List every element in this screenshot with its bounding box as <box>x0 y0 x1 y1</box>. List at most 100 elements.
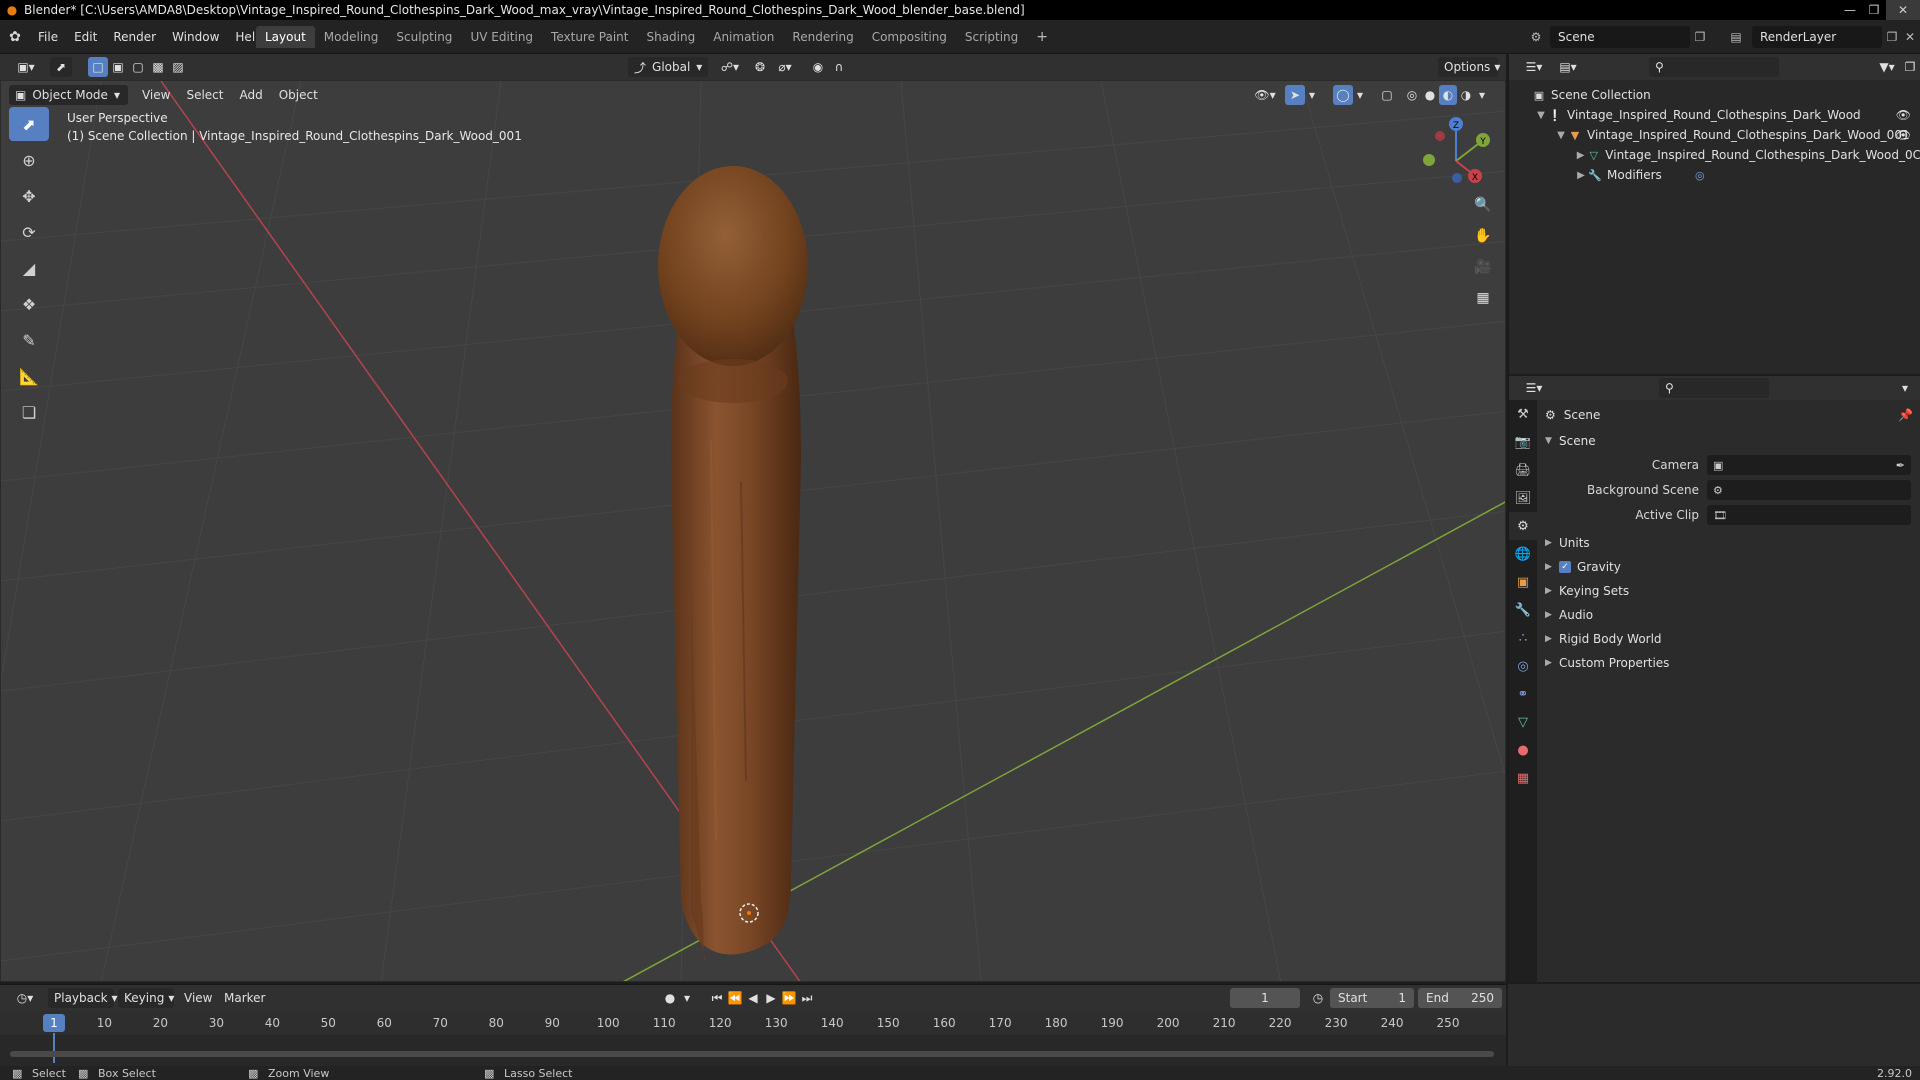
prev-keyframe-icon[interactable]: ⏪ <box>726 988 744 1008</box>
rotate-tool-icon[interactable]: ⟳ <box>9 215 49 249</box>
mode-dropdown[interactable]: ▣ Object Mode ▾ <box>9 85 128 105</box>
properties-editor-type-icon[interactable]: ☰▾ <box>1519 378 1549 398</box>
solid-shading-icon[interactable]: ● <box>1421 85 1439 105</box>
wireframe-shading-icon[interactable]: ◎ <box>1403 85 1421 105</box>
visibility-icon[interactable]: 👁▾ <box>1251 85 1279 105</box>
view-layer-tab-icon[interactable]: 🖼 <box>1509 484 1537 512</box>
gravity-panel-header[interactable]: ▶ ✓ Gravity <box>1545 556 1621 578</box>
chevron-down-icon[interactable]: ▾ <box>1353 85 1367 105</box>
scene-selector[interactable]: Scene <box>1550 26 1690 48</box>
select-mode-intersect-icon[interactable]: ▨ <box>168 57 188 77</box>
record-icon[interactable]: ● <box>660 988 680 1008</box>
end-frame-field[interactable]: End 250 <box>1418 988 1502 1008</box>
menu-file[interactable]: File <box>30 26 66 48</box>
falloff-icon[interactable]: ∩ <box>828 57 850 77</box>
keying-sets-panel-header[interactable]: ▶ Keying Sets <box>1545 580 1629 602</box>
new-scene-icon[interactable]: ❐ <box>1690 27 1710 47</box>
new-layer-icon[interactable]: ❐ <box>1882 27 1902 47</box>
select-mode-invert-icon[interactable]: ▩ <box>148 57 168 77</box>
select-box-tool-icon[interactable]: ⬈ <box>9 107 49 141</box>
add-cube-tool-icon[interactable]: ❏ <box>9 395 49 429</box>
current-frame-field[interactable]: 1 <box>1230 988 1300 1008</box>
blender-menu-icon[interactable]: ✿ <box>0 20 30 54</box>
tab-shading[interactable]: Shading <box>637 26 704 48</box>
custom-properties-panel-header[interactable]: ▶ Custom Properties <box>1545 652 1669 674</box>
pivot-point-icon[interactable]: ☍▾ <box>716 57 744 77</box>
outliner-editor-type-icon[interactable]: ☰▾ <box>1519 57 1549 77</box>
timeline-ruler[interactable]: 1 10 20 30 40 50 60 70 80 90 100 110 120 130 140 150 16… <box>0 1011 1506 1035</box>
outliner-row-scene-collection[interactable]: ▣ Scene Collection <box>1509 85 1920 105</box>
options-dropdown[interactable]: Options ▾ <box>1438 57 1500 77</box>
annotate-tool-icon[interactable]: ✎ <box>9 323 49 357</box>
material-tab-icon[interactable]: ● <box>1509 736 1537 764</box>
editor-type-icon[interactable]: ▣▾ <box>10 57 42 77</box>
eyedropper-icon[interactable]: ✒ <box>1896 459 1905 472</box>
tab-rendering[interactable]: Rendering <box>783 26 862 48</box>
scale-tool-icon[interactable]: ◢ <box>9 251 49 285</box>
constraints-tab-icon[interactable]: ⚭ <box>1509 680 1537 708</box>
timeline-menu-marker[interactable]: Marker <box>222 988 267 1008</box>
jump-start-icon[interactable]: ⏮ <box>708 988 726 1008</box>
jump-end-icon[interactable]: ⏭ <box>798 988 816 1008</box>
material-shading-icon[interactable]: ◐ <box>1439 85 1457 105</box>
camera-view-icon[interactable]: 🎥 <box>1469 253 1497 281</box>
render-layer-icon[interactable]: ▤ <box>1726 27 1746 47</box>
move-tool-icon[interactable]: ✥ <box>9 179 49 213</box>
data-tab-icon[interactable]: ▽ <box>1509 708 1537 736</box>
next-keyframe-icon[interactable]: ⏩ <box>780 988 798 1008</box>
rigid-body-world-panel-header[interactable]: ▶ Rigid Body World <box>1545 628 1662 650</box>
transform-orientation-dropdown[interactable]: ⤴ Global ▾ <box>628 57 708 77</box>
modifier-tab-icon[interactable]: 🔧 <box>1509 596 1537 624</box>
3d-viewport[interactable]: Z Y X ▣ Object Mode ▾ View Select Add Ob… <box>0 80 1506 982</box>
chevron-down-icon[interactable]: ▾ <box>1475 85 1489 105</box>
keying-dropdown[interactable]: Keying ▾ <box>118 988 174 1008</box>
remove-layer-icon[interactable]: ✕ <box>1900 27 1920 47</box>
viewport-menu-object[interactable]: Object <box>271 88 326 102</box>
menu-window[interactable]: Window <box>164 26 227 48</box>
gravity-checkbox[interactable]: ✓ <box>1559 561 1571 573</box>
display-mode-icon[interactable]: ▤▾ <box>1553 57 1583 77</box>
maximize-icon[interactable]: ❐ <box>1862 0 1886 20</box>
texture-tab-icon[interactable]: ▦ <box>1509 764 1537 792</box>
tab-modeling[interactable]: Modeling <box>315 26 388 48</box>
filter-icon[interactable]: ▼▾ <box>1873 57 1901 77</box>
chevron-down-icon[interactable]: ▾ <box>1897 378 1913 398</box>
chevron-down-icon[interactable]: ▼ <box>1555 130 1567 141</box>
render-tab-icon[interactable]: 📷 <box>1509 428 1537 456</box>
play-reverse-icon[interactable]: ◀ <box>744 988 762 1008</box>
render-layer-selector[interactable]: RenderLayer <box>1752 26 1882 48</box>
camera-field[interactable]: ▣ ✒ <box>1707 455 1911 475</box>
select-tool-icon[interactable]: ⬈ <box>50 57 72 77</box>
world-tab-icon[interactable]: 🌐 <box>1509 540 1537 568</box>
close-icon[interactable]: ✕ <box>1886 0 1920 20</box>
chevron-down-icon[interactable]: ▾ <box>1305 85 1319 105</box>
start-frame-field[interactable]: Start 1 <box>1330 988 1414 1008</box>
chevron-right-icon[interactable]: ▶ <box>1575 150 1586 161</box>
units-panel-header[interactable]: ▶ Units <box>1545 532 1590 554</box>
scene-panel-header[interactable]: ▼ Scene <box>1545 430 1596 452</box>
clothespin-object[interactable] <box>658 166 808 961</box>
viewport-menu-select[interactable]: Select <box>178 88 231 102</box>
snap-icon[interactable]: ❂ <box>750 57 770 77</box>
physics-tab-icon[interactable]: ◎ <box>1509 652 1537 680</box>
output-tab-icon[interactable]: 🖨 <box>1509 456 1537 484</box>
menu-edit[interactable]: Edit <box>66 26 105 48</box>
perspective-toggle-icon[interactable]: ▦ <box>1469 284 1497 312</box>
select-mode-new-icon[interactable]: □ <box>88 57 108 77</box>
properties-search-input[interactable]: ⚲ <box>1659 378 1769 398</box>
playhead-frame[interactable]: 1 <box>43 1014 65 1032</box>
tab-uv-editing[interactable]: UV Editing <box>461 26 542 48</box>
proportional-edit-icon[interactable]: ◉ <box>808 57 828 77</box>
tool-tab-icon[interactable]: ⚒ <box>1509 400 1537 428</box>
viewport-menu-view[interactable]: View <box>134 88 178 102</box>
timeline-menu-view[interactable]: View <box>182 988 214 1008</box>
outliner-row[interactable]: ▶ 🔧 Modifiers ◎ <box>1509 165 1920 185</box>
tab-sculpting[interactable]: Sculpting <box>387 26 461 48</box>
cursor-tool-icon[interactable]: ⊕ <box>9 143 49 177</box>
rendered-shading-icon[interactable]: ◑ <box>1457 85 1475 105</box>
chevron-right-icon[interactable]: ▶ <box>1575 170 1587 181</box>
background-scene-field[interactable]: ⚙ <box>1707 480 1911 500</box>
outliner-search-input[interactable]: ⚲ <box>1649 57 1779 77</box>
chevron-down-icon[interactable]: ▾ <box>680 988 694 1008</box>
outliner-row[interactable]: ▼ ▼ Vintage_Inspired_Round_Clothespins_D… <box>1509 125 1920 145</box>
